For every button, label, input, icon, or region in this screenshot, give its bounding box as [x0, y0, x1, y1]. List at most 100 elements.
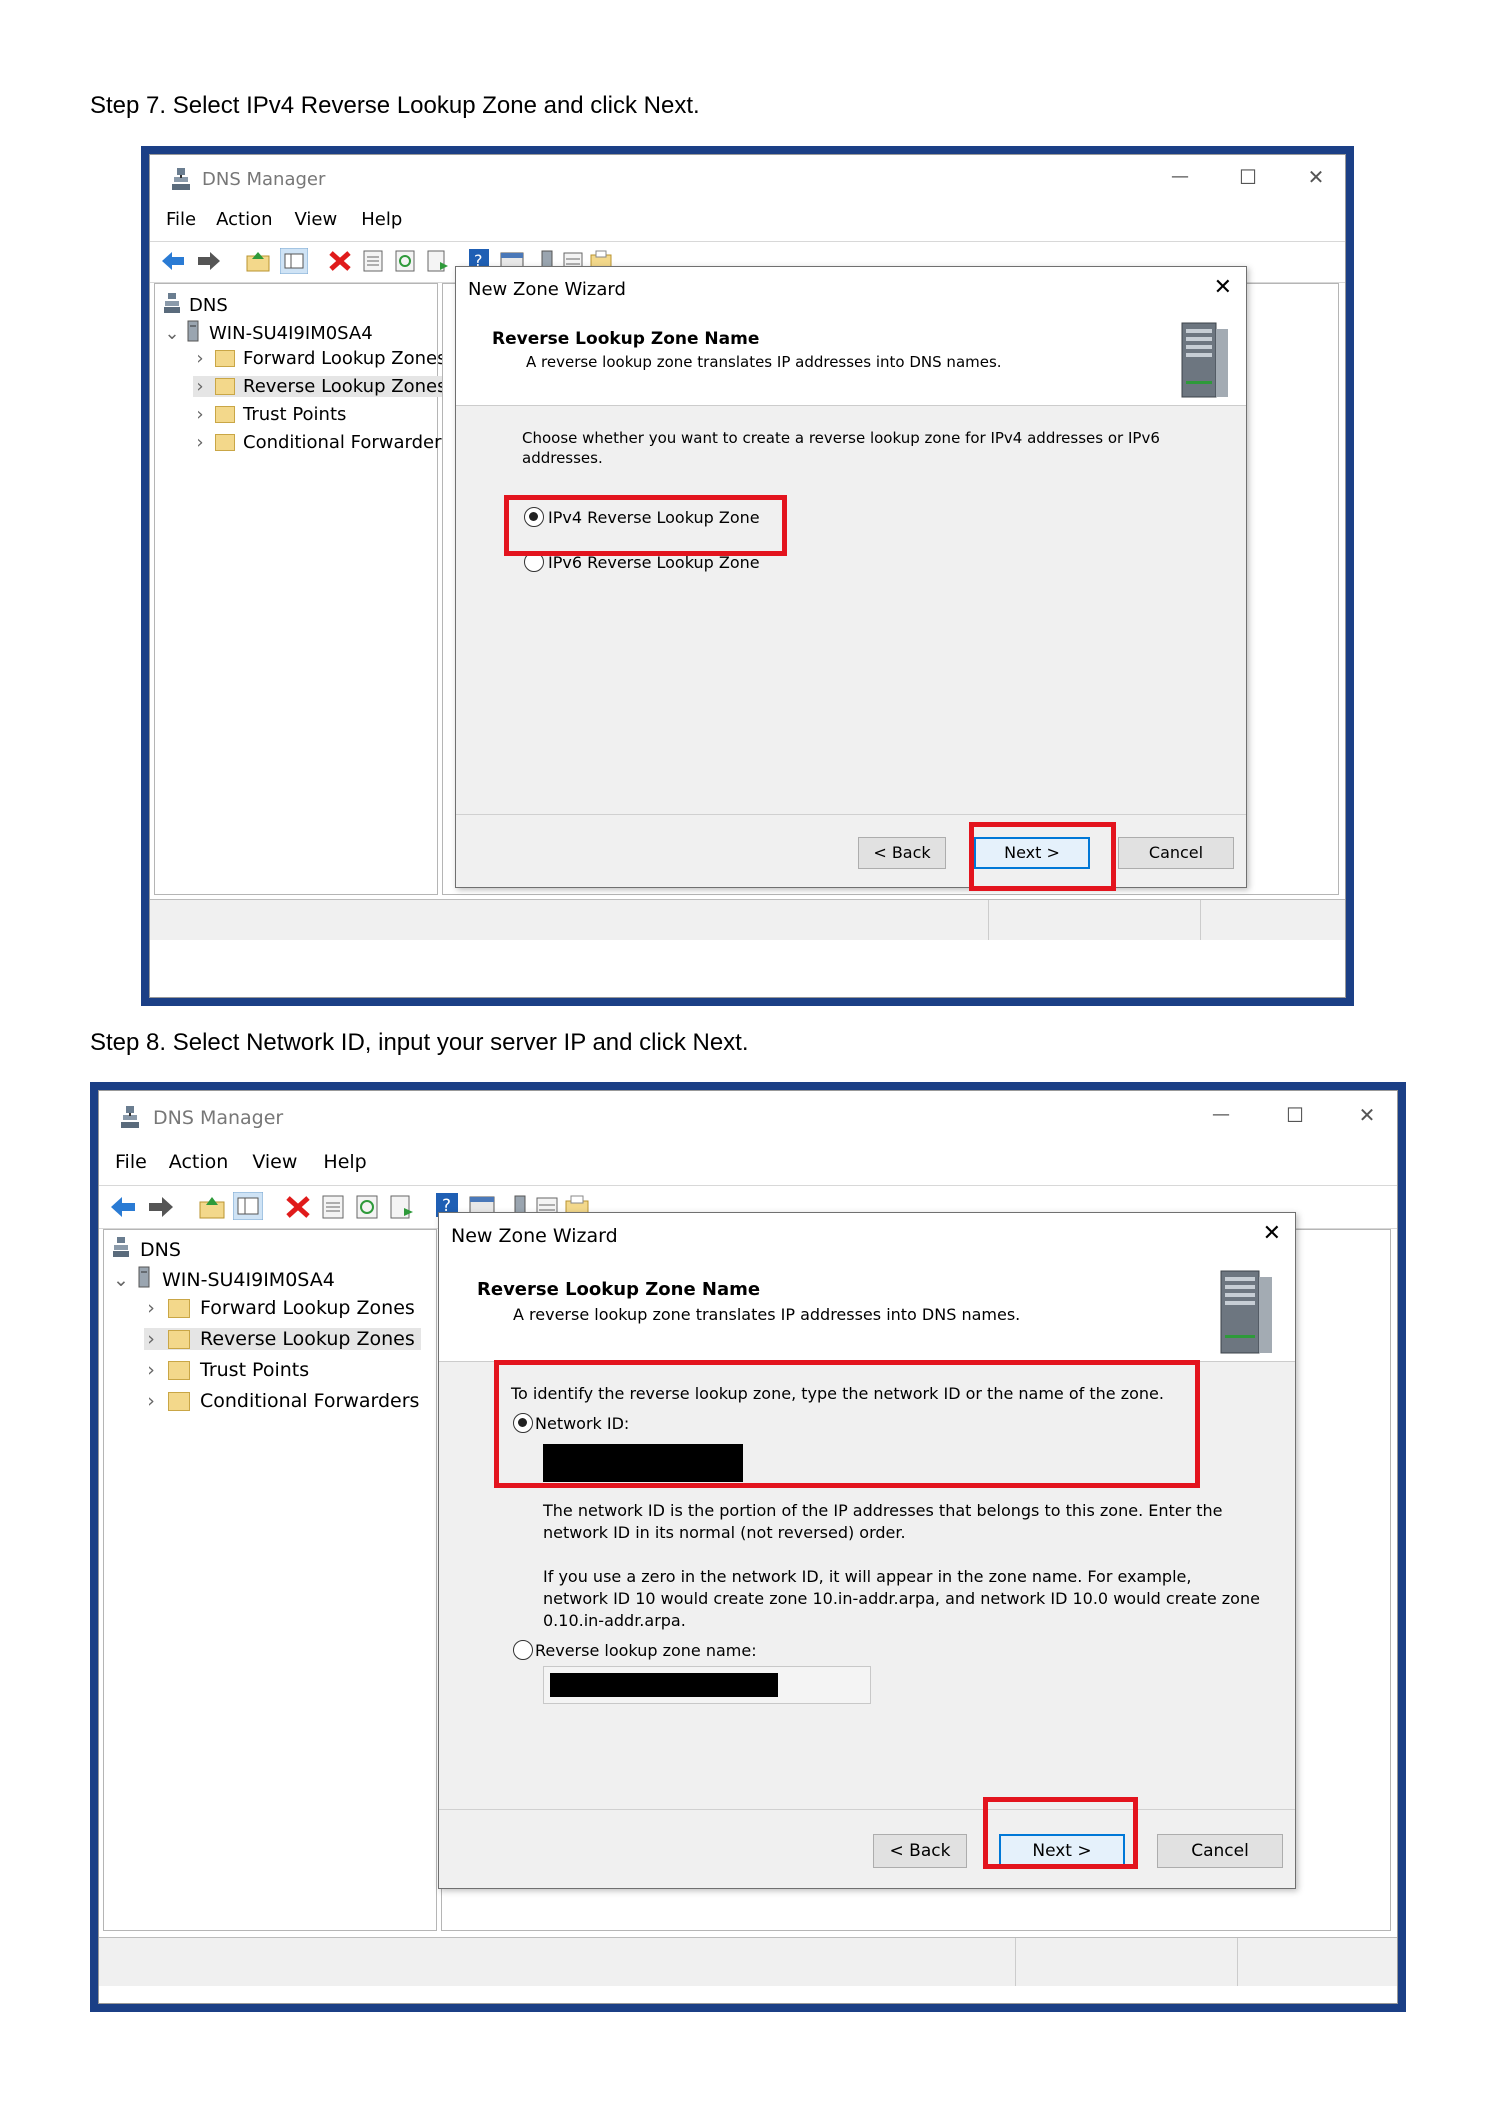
show-hide-tree-icon[interactable]	[279, 247, 309, 279]
forward-arrow-icon[interactable]	[147, 1195, 175, 1224]
menu-bar: File Action View Help	[150, 209, 1345, 239]
menu-file[interactable]: File	[115, 1151, 147, 1181]
tree-item-label: Conditional Forwarders	[200, 1390, 420, 1412]
wizard-close-button[interactable]: ✕	[1214, 275, 1232, 300]
step8-caption: Step 8. Select Network ID, input your se…	[90, 1029, 749, 1056]
chevron-right-icon[interactable]: ›	[144, 1328, 158, 1350]
cancel-button[interactable]: Cancel	[1157, 1834, 1283, 1868]
tree-item-label: Reverse Lookup Zones	[200, 1328, 415, 1350]
wizard-body: Choose whether you want to create a reve…	[456, 406, 1246, 815]
up-folder-icon[interactable]	[199, 1195, 225, 1224]
minimize-button[interactable]: —	[1189, 1091, 1253, 1145]
menu-help[interactable]: Help	[323, 1151, 366, 1181]
tree-server[interactable]: ⌄ WIN-SU4I9IM0SA4	[163, 320, 373, 347]
title-bar: DNS Manager — ☐ ✕	[150, 155, 1345, 205]
maximize-button[interactable]: ☐	[1263, 1091, 1327, 1145]
tree-item-trust-points[interactable]: › Trust Points	[144, 1359, 309, 1381]
delete-icon[interactable]	[285, 1195, 311, 1224]
chevron-right-icon[interactable]: ›	[193, 376, 207, 397]
window-title: DNS Manager	[153, 1107, 284, 1129]
refresh-icon[interactable]	[355, 1195, 379, 1224]
wizard-close-button[interactable]: ✕	[1263, 1221, 1281, 1246]
tree-item-label: Conditional Forwarders	[243, 432, 451, 453]
wizard-header: Reverse Lookup Zone Name A reverse looku…	[439, 1263, 1295, 1362]
step7-screenshot: DNS Manager — ☐ ✕ File Action View Help …	[141, 146, 1354, 1006]
back-arrow-icon[interactable]	[109, 1195, 137, 1224]
server-icon	[138, 1266, 150, 1293]
close-window-button[interactable]: ✕	[1335, 1091, 1399, 1145]
console-tree: DNS ⌄ WIN-SU4I9IM0SA4 › Forward Lookup Z…	[154, 283, 453, 895]
forward-arrow-icon[interactable]	[196, 250, 222, 277]
chevron-right-icon[interactable]: ›	[144, 1297, 158, 1319]
new-zone-wizard: New Zone Wizard ✕ Reverse Lookup Zone Na…	[455, 266, 1247, 888]
tree-root-dns[interactable]: DNS	[112, 1236, 181, 1263]
back-button[interactable]: < Back	[858, 837, 946, 869]
minimize-button[interactable]: —	[1150, 155, 1210, 205]
tree-root-label: DNS	[140, 1238, 181, 1261]
window-title: DNS Manager	[202, 169, 326, 190]
highlight-next-button	[983, 1797, 1138, 1869]
title-bar: DNS Manager — ☐ ✕	[99, 1091, 1397, 1145]
folder-icon	[215, 378, 235, 395]
wizard-header-subtitle: A reverse lookup zone translates IP addr…	[513, 1305, 1021, 1324]
wizard-title: New Zone Wizard	[451, 1225, 618, 1247]
menu-view[interactable]: View	[252, 1151, 297, 1181]
server-tower-icon	[1213, 1269, 1277, 1359]
chevron-right-icon[interactable]: ›	[193, 432, 207, 453]
status-bar	[150, 899, 1345, 940]
chevron-down-icon[interactable]: ⌄	[163, 323, 181, 344]
folder-icon	[215, 350, 235, 367]
refresh-icon[interactable]	[394, 250, 416, 277]
chevron-right-icon[interactable]: ›	[144, 1390, 158, 1412]
delete-icon[interactable]	[328, 250, 352, 277]
folder-icon	[168, 1329, 190, 1349]
menu-action[interactable]: Action	[216, 209, 272, 239]
chevron-down-icon[interactable]: ⌄	[112, 1269, 130, 1291]
export-list-icon[interactable]	[389, 1195, 413, 1224]
tree-item-conditional-forwarders[interactable]: › Conditional Forwarders	[144, 1390, 419, 1412]
tree-item-forward-zones[interactable]: › Forward Lookup Zones	[144, 1297, 415, 1319]
menu-file[interactable]: File	[166, 209, 196, 239]
tree-item-label: Forward Lookup Zones	[243, 348, 447, 369]
zone-name-radio[interactable]	[513, 1640, 533, 1660]
zone-name-redaction	[550, 1673, 778, 1697]
close-window-button[interactable]: ✕	[1286, 155, 1346, 205]
tree-item-label: Reverse Lookup Zones	[243, 376, 447, 397]
tree-item-forward-zones[interactable]: › Forward Lookup Zones	[193, 348, 446, 369]
wizard-footer: < Back Next > Cancel	[439, 1809, 1295, 1888]
back-button[interactable]: < Back	[873, 1834, 967, 1868]
folder-icon	[215, 406, 235, 423]
menu-action[interactable]: Action	[169, 1151, 229, 1181]
tree-item-conditional-forwarders[interactable]: › Conditional Forwarders	[193, 432, 451, 453]
tree-root-dns[interactable]: DNS	[163, 292, 228, 319]
wizard-footer: < Back Next > Cancel	[456, 814, 1246, 887]
tree-item-reverse-zones[interactable]: › Reverse Lookup Zones	[144, 1328, 421, 1350]
dns-manager-icon	[170, 167, 192, 198]
cancel-button[interactable]: Cancel	[1118, 837, 1234, 869]
step7-caption: Step 7. Select IPv4 Reverse Lookup Zone …	[90, 92, 700, 119]
chevron-right-icon[interactable]: ›	[144, 1359, 158, 1381]
back-arrow-icon[interactable]	[160, 250, 186, 277]
tree-item-trust-points[interactable]: › Trust Points	[193, 404, 346, 425]
properties-icon[interactable]	[362, 250, 384, 277]
wizard-title-bar: New Zone Wizard ✕	[439, 1213, 1295, 1263]
zone-name-field[interactable]	[543, 1666, 871, 1704]
chevron-right-icon[interactable]: ›	[193, 348, 207, 369]
maximize-button[interactable]: ☐	[1218, 155, 1278, 205]
export-list-icon[interactable]	[426, 250, 448, 277]
properties-icon[interactable]	[321, 1195, 345, 1224]
up-folder-icon[interactable]	[246, 250, 270, 277]
tree-item-reverse-zones[interactable]: › Reverse Lookup Zones	[193, 376, 453, 397]
tree-server-label: WIN-SU4I9IM0SA4	[162, 1268, 335, 1291]
folder-icon	[168, 1391, 190, 1411]
zone-name-option[interactable]: Reverse lookup zone name:	[513, 1640, 757, 1660]
tree-server[interactable]: ⌄ WIN-SU4I9IM0SA4	[112, 1266, 335, 1293]
chevron-right-icon[interactable]: ›	[193, 404, 207, 425]
highlight-network-id-section	[494, 1360, 1200, 1488]
show-hide-tree-icon[interactable]	[232, 1191, 264, 1225]
wizard-title: New Zone Wizard	[468, 279, 626, 300]
menu-view[interactable]: View	[295, 209, 338, 239]
menu-help[interactable]: Help	[361, 209, 402, 239]
menu-bar: File Action View Help	[99, 1151, 1397, 1181]
tree-server-label: WIN-SU4I9IM0SA4	[209, 323, 373, 344]
